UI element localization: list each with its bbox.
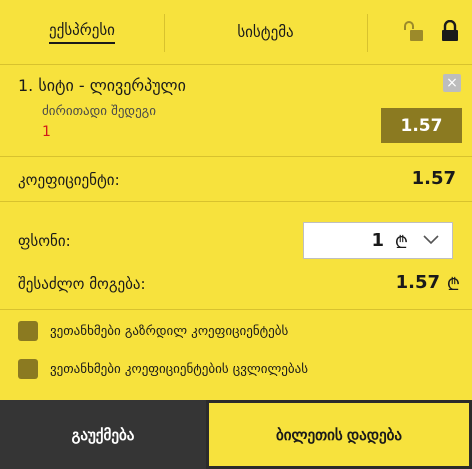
chevron-down-icon[interactable]: [422, 234, 440, 246]
option-label: ვეთანხმები კოეფიციენტების ცვლილებას: [50, 361, 309, 377]
tab-express-label: ექსპრესი: [49, 21, 115, 44]
stake-input[interactable]: 1 ₾: [303, 222, 453, 259]
stake-currency: ₾: [394, 233, 408, 253]
stake-value: 1: [371, 230, 384, 251]
lock-icon[interactable]: [441, 20, 459, 42]
coefficient-value: 1.57: [411, 168, 456, 189]
option-label: ვეთანხმები გაზრდილ კოეფიციენტებს: [50, 323, 289, 339]
divider: [0, 309, 472, 310]
tab-divider: [367, 14, 368, 52]
coefficient-label: კოეფიციენტი:: [18, 171, 120, 189]
cancel-button[interactable]: გაუქმება: [0, 400, 206, 469]
tab-system[interactable]: სისტემა: [164, 0, 367, 64]
event-market: ძირითადი შედეგი: [42, 104, 156, 119]
checkbox-accept-odds-changes[interactable]: [18, 359, 38, 379]
tab-express[interactable]: ექსპრესი: [0, 0, 164, 64]
event-outcome: 1: [42, 124, 51, 140]
checkbox-accept-increased-odds[interactable]: [18, 321, 38, 341]
possible-win-value: 1.57: [395, 272, 440, 293]
lock-open-icon[interactable]: [402, 20, 424, 42]
option-accept-increased-odds[interactable]: ვეთანხმები გაზრდილ კოეფიციენტებს: [18, 320, 288, 342]
tab-system-label: სისტემა: [237, 23, 294, 41]
possible-win-currency: ₾: [446, 275, 460, 295]
coefficient-row: კოეფიციენტი: 1.57: [0, 157, 472, 202]
option-accept-odds-changes[interactable]: ვეთანხმები კოეფიციენტების ცვლილებას: [18, 358, 308, 380]
betslip-tabs: ექსპრესი სისტემა: [0, 0, 472, 65]
possible-win-label: შესაძლო მოგება:: [18, 275, 146, 293]
event-odd: 1.57: [381, 108, 462, 143]
event-title: 1. სიტი - ლივერპული: [18, 76, 186, 95]
place-bet-button[interactable]: ბილეთის დადება: [206, 400, 472, 469]
close-icon[interactable]: ×: [443, 74, 461, 92]
close-symbol: ×: [446, 75, 458, 91]
stake-label: ფსონი:: [18, 232, 71, 250]
